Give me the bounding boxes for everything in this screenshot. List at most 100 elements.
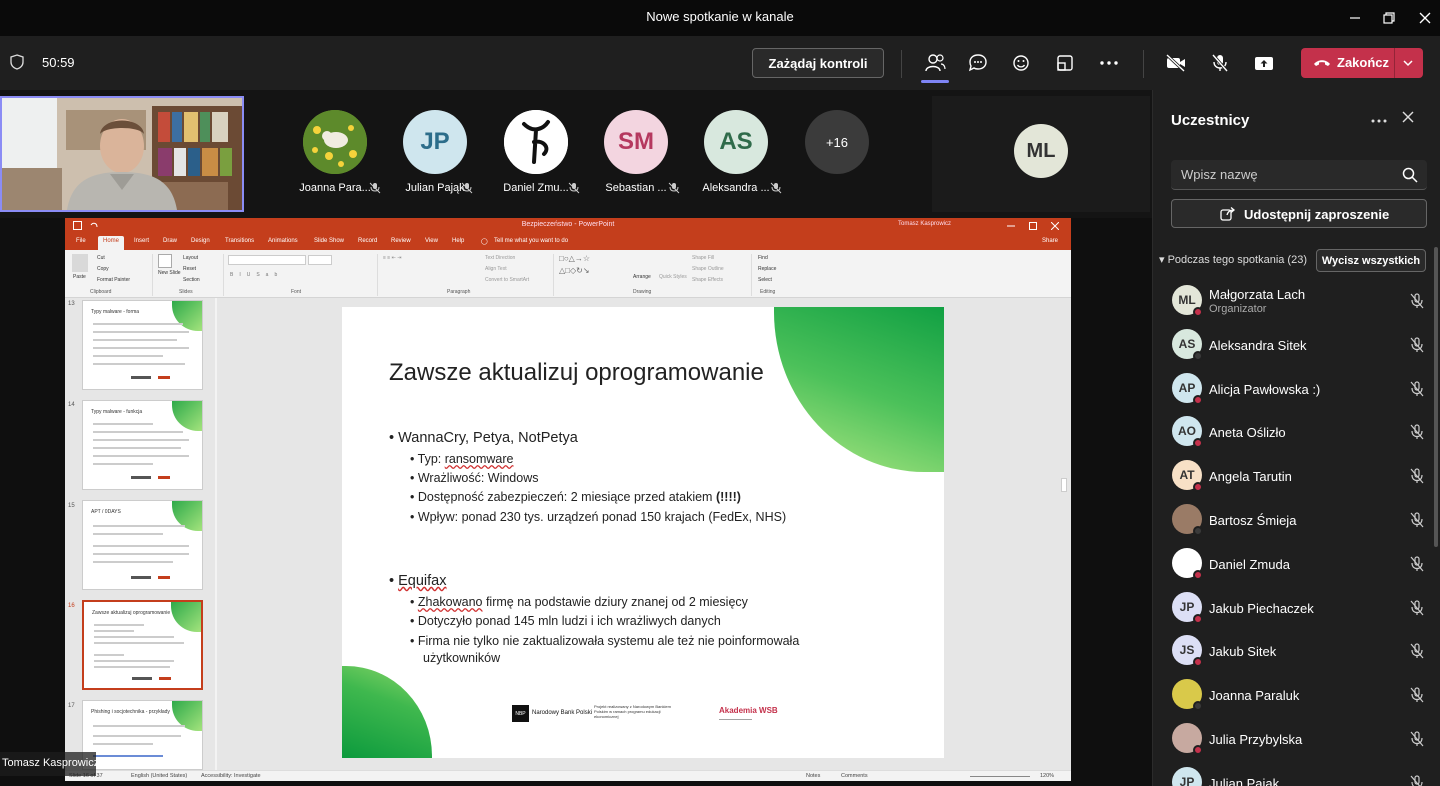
- new-slide-button[interactable]: New Slide: [158, 270, 181, 276]
- shape-fill-button[interactable]: Shape Fill: [692, 255, 714, 261]
- more-participants-tile[interactable]: +16: [787, 110, 887, 174]
- tab-animations[interactable]: Animations: [268, 238, 298, 244]
- replace-button[interactable]: Replace: [758, 266, 776, 272]
- participant-row[interactable]: JP Julian Pająk: [1153, 761, 1433, 786]
- request-control-button[interactable]: Zażądaj kontroli: [752, 48, 884, 78]
- panel-close-button[interactable]: [1401, 110, 1415, 129]
- participant-tile[interactable]: SM Sebastian ...: [586, 110, 686, 194]
- slide-thumbnail-selected[interactable]: Zawsze aktualizuj oprogramowanie: [82, 600, 203, 690]
- mute-all-button[interactable]: Wycisz wszystkich: [1316, 249, 1426, 272]
- paste-button[interactable]: Paste: [73, 274, 86, 280]
- participant-row[interactable]: AT Angela Tarutin: [1153, 454, 1433, 498]
- tab-file[interactable]: File: [76, 238, 86, 244]
- participant-row[interactable]: AS Aleksandra Sitek: [1153, 323, 1433, 367]
- slide-scroll-thumb[interactable]: [1061, 478, 1067, 492]
- tab-view[interactable]: View: [425, 238, 438, 244]
- reset-button[interactable]: Reset: [183, 266, 196, 272]
- shape-outline-button[interactable]: Shape Outline: [692, 266, 724, 272]
- participant-row[interactable]: ML Małgorzata Lach Organizator: [1153, 279, 1433, 323]
- font-size-box[interactable]: [308, 255, 332, 265]
- participant-video-tile[interactable]: ML: [932, 96, 1150, 212]
- align-text-button[interactable]: Align Text: [485, 266, 507, 272]
- text-direction-button[interactable]: Text Direction: [485, 255, 515, 261]
- mic-off-icon[interactable]: [1409, 337, 1425, 353]
- reactions-button[interactable]: [1008, 50, 1034, 76]
- find-button[interactable]: Find: [758, 255, 768, 261]
- shape-effects-button[interactable]: Shape Effects: [692, 277, 723, 283]
- accessibility-status[interactable]: Accessibility: Investigate: [201, 773, 261, 779]
- layout-button[interactable]: Layout: [183, 255, 198, 261]
- new-slide-icon[interactable]: [158, 254, 172, 268]
- self-video-tile[interactable]: [0, 96, 244, 212]
- tab-design[interactable]: Design: [191, 238, 210, 244]
- mic-off-icon[interactable]: [1409, 556, 1425, 572]
- close-window-button[interactable]: [1410, 6, 1440, 30]
- participant-row[interactable]: Julia Przybylska: [1153, 717, 1433, 761]
- participant-row[interactable]: JP Jakub Piechaczek: [1153, 586, 1433, 630]
- participant-row[interactable]: JS Jakub Sitek: [1153, 629, 1433, 673]
- participant-tile[interactable]: Joanna Para...: [285, 110, 385, 194]
- mic-off-icon[interactable]: [1409, 687, 1425, 703]
- participant-tile[interactable]: JP Julian Pająk: [385, 110, 485, 194]
- font-format-buttons[interactable]: BIUSab: [230, 272, 283, 278]
- font-name-box[interactable]: [228, 255, 306, 265]
- mic-off-icon[interactable]: [1409, 424, 1425, 440]
- bullets-buttons[interactable]: ≡ ≡ ⇤ ⇥: [383, 255, 401, 261]
- slide-thumbnail[interactable]: APT / 0DAYS: [82, 500, 203, 590]
- participant-row[interactable]: Bartosz Śmieja: [1153, 498, 1433, 542]
- convert-smartart-button[interactable]: Convert to SmartArt: [485, 277, 529, 283]
- zoom-slider[interactable]: [970, 776, 1030, 777]
- participant-tile[interactable]: Daniel Zmu...: [486, 110, 586, 194]
- mic-off-icon[interactable]: [1409, 380, 1425, 397]
- minimize-button[interactable]: [1340, 6, 1370, 30]
- end-call-button[interactable]: Zakończ: [1301, 48, 1423, 78]
- breakout-rooms-button[interactable]: [1052, 50, 1078, 76]
- share-invite-button[interactable]: Udostępnij zaproszenie: [1171, 199, 1427, 228]
- paste-icon[interactable]: [72, 254, 88, 272]
- shapes-gallery-row2[interactable]: △□◇↻↘: [559, 266, 590, 275]
- section-button[interactable]: Section: [183, 277, 200, 283]
- copy-button[interactable]: Copy: [97, 266, 109, 272]
- arrange-button[interactable]: Arrange: [633, 274, 651, 280]
- participant-tile[interactable]: AS Aleksandra ...: [686, 110, 786, 194]
- mic-off-icon[interactable]: [1409, 468, 1425, 484]
- tab-record[interactable]: Record: [358, 238, 377, 244]
- participants-button[interactable]: [922, 50, 948, 76]
- camera-toggle-button[interactable]: [1163, 50, 1189, 76]
- participant-row[interactable]: AP Alicja Pawłowska :): [1153, 367, 1433, 411]
- notes-button[interactable]: Notes: [806, 773, 820, 779]
- shapes-gallery[interactable]: □○△→☆: [559, 254, 590, 263]
- cut-button[interactable]: Cut: [97, 255, 105, 261]
- participant-row[interactable]: Joanna Paraluk: [1153, 673, 1433, 717]
- zoom-level[interactable]: 120%: [1040, 773, 1054, 779]
- chevron-down-icon[interactable]: [1402, 58, 1414, 68]
- tab-slide-show[interactable]: Slide Show: [314, 238, 344, 244]
- select-button[interactable]: Select: [758, 277, 772, 283]
- participant-row[interactable]: Daniel Zmuda: [1153, 542, 1433, 586]
- share-content-button[interactable]: [1251, 50, 1277, 76]
- tab-home[interactable]: Home: [98, 236, 125, 250]
- format-painter-button[interactable]: Format Painter: [97, 277, 130, 283]
- tab-draw[interactable]: Draw: [163, 238, 177, 244]
- restore-button[interactable]: [1374, 6, 1404, 30]
- quick-styles-button[interactable]: Quick Styles: [659, 274, 687, 280]
- mic-toggle-button[interactable]: [1207, 50, 1233, 76]
- slide-thumbnail[interactable]: Typy malware - forma: [82, 300, 203, 390]
- tab-transitions[interactable]: Transitions: [225, 238, 254, 244]
- mic-off-icon[interactable]: [1409, 599, 1425, 616]
- mic-off-icon[interactable]: [1409, 775, 1425, 786]
- panel-scrollbar[interactable]: [1434, 247, 1438, 547]
- slide-thumbnail[interactable]: Typy malware - funkcja: [82, 400, 203, 490]
- section-header[interactable]: ▾ Podczas tego spotkania (23): [1159, 253, 1307, 266]
- comments-button[interactable]: Comments: [841, 773, 868, 779]
- tab-help[interactable]: Help: [452, 238, 464, 244]
- slide-thumbnail[interactable]: Phishing i socjotechnika - przykłady: [82, 700, 203, 770]
- participant-search-input[interactable]: [1171, 160, 1427, 190]
- mic-off-icon[interactable]: [1409, 731, 1425, 747]
- mic-off-icon[interactable]: [1409, 643, 1425, 659]
- tell-me-box[interactable]: Tell me what you want to do: [494, 238, 568, 244]
- chat-button[interactable]: [965, 50, 991, 76]
- mic-off-icon[interactable]: [1409, 512, 1425, 528]
- mic-off-icon[interactable]: [1409, 293, 1425, 309]
- tab-insert[interactable]: Insert: [134, 238, 149, 244]
